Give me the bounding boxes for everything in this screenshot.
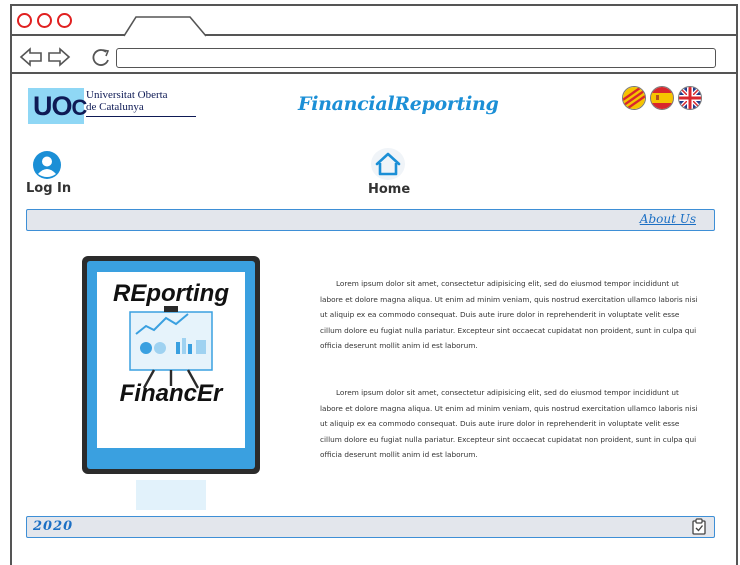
- login-link[interactable]: Log In: [26, 150, 86, 200]
- close-window-button[interactable]: [17, 13, 32, 28]
- window-frame-right: [736, 74, 738, 565]
- browser-navbar: [12, 36, 736, 74]
- uoc-logo-text: Universitat Oberta de Catalunya: [86, 89, 168, 113]
- uoc-logo-line1: Universitat Oberta: [86, 89, 168, 101]
- uoc-logo-line2: de Catalunya: [86, 101, 144, 113]
- browser-window: [10, 4, 738, 74]
- content-paragraph-1: Lorem ipsum dolor sit amet, consectetur …: [320, 279, 698, 351]
- login-label: Log In: [26, 181, 72, 196]
- window-frame-left: [10, 74, 12, 565]
- illustration-word-financer: FinancEr: [119, 380, 223, 407]
- browser-titlebar: [12, 6, 736, 37]
- home-link[interactable]: Home: [362, 148, 422, 200]
- spanish-flag-icon[interactable]: [650, 86, 674, 110]
- top-nav-bar: About Us: [26, 209, 715, 231]
- uoc-logo-mark: UOC: [28, 88, 87, 124]
- chrome-divider: [10, 72, 738, 74]
- back-arrow-icon[interactable]: [18, 46, 44, 68]
- browser-tab[interactable]: [122, 15, 212, 37]
- footer-year: 2020: [33, 519, 74, 534]
- footer-bar: 2020: [26, 516, 715, 538]
- app-title: FinancialReporting: [298, 93, 499, 115]
- home-icon: [375, 152, 401, 176]
- illustration-word-reporting: REporting: [113, 280, 229, 307]
- about-us-link[interactable]: About Us: [640, 212, 696, 226]
- english-flag-icon[interactable]: [678, 86, 702, 110]
- uoc-logo[interactable]: UOC Universitat Oberta de Catalunya: [28, 88, 196, 124]
- reload-icon[interactable]: [90, 47, 112, 69]
- minimize-window-button[interactable]: [37, 13, 52, 28]
- forward-arrow-icon[interactable]: [46, 46, 72, 68]
- maximize-window-button[interactable]: [57, 13, 72, 28]
- clipboard-check-icon[interactable]: [692, 518, 706, 535]
- content-paragraph-2: Lorem ipsum dolor sit amet, consectetur …: [320, 388, 698, 460]
- reporting-financer-illustration: REporting FinancEr: [80, 254, 262, 514]
- catalan-flag-icon[interactable]: [622, 86, 646, 110]
- user-icon: [33, 151, 61, 179]
- home-label: Home: [368, 182, 411, 197]
- address-bar[interactable]: [116, 48, 716, 68]
- logo-underline: [86, 116, 196, 117]
